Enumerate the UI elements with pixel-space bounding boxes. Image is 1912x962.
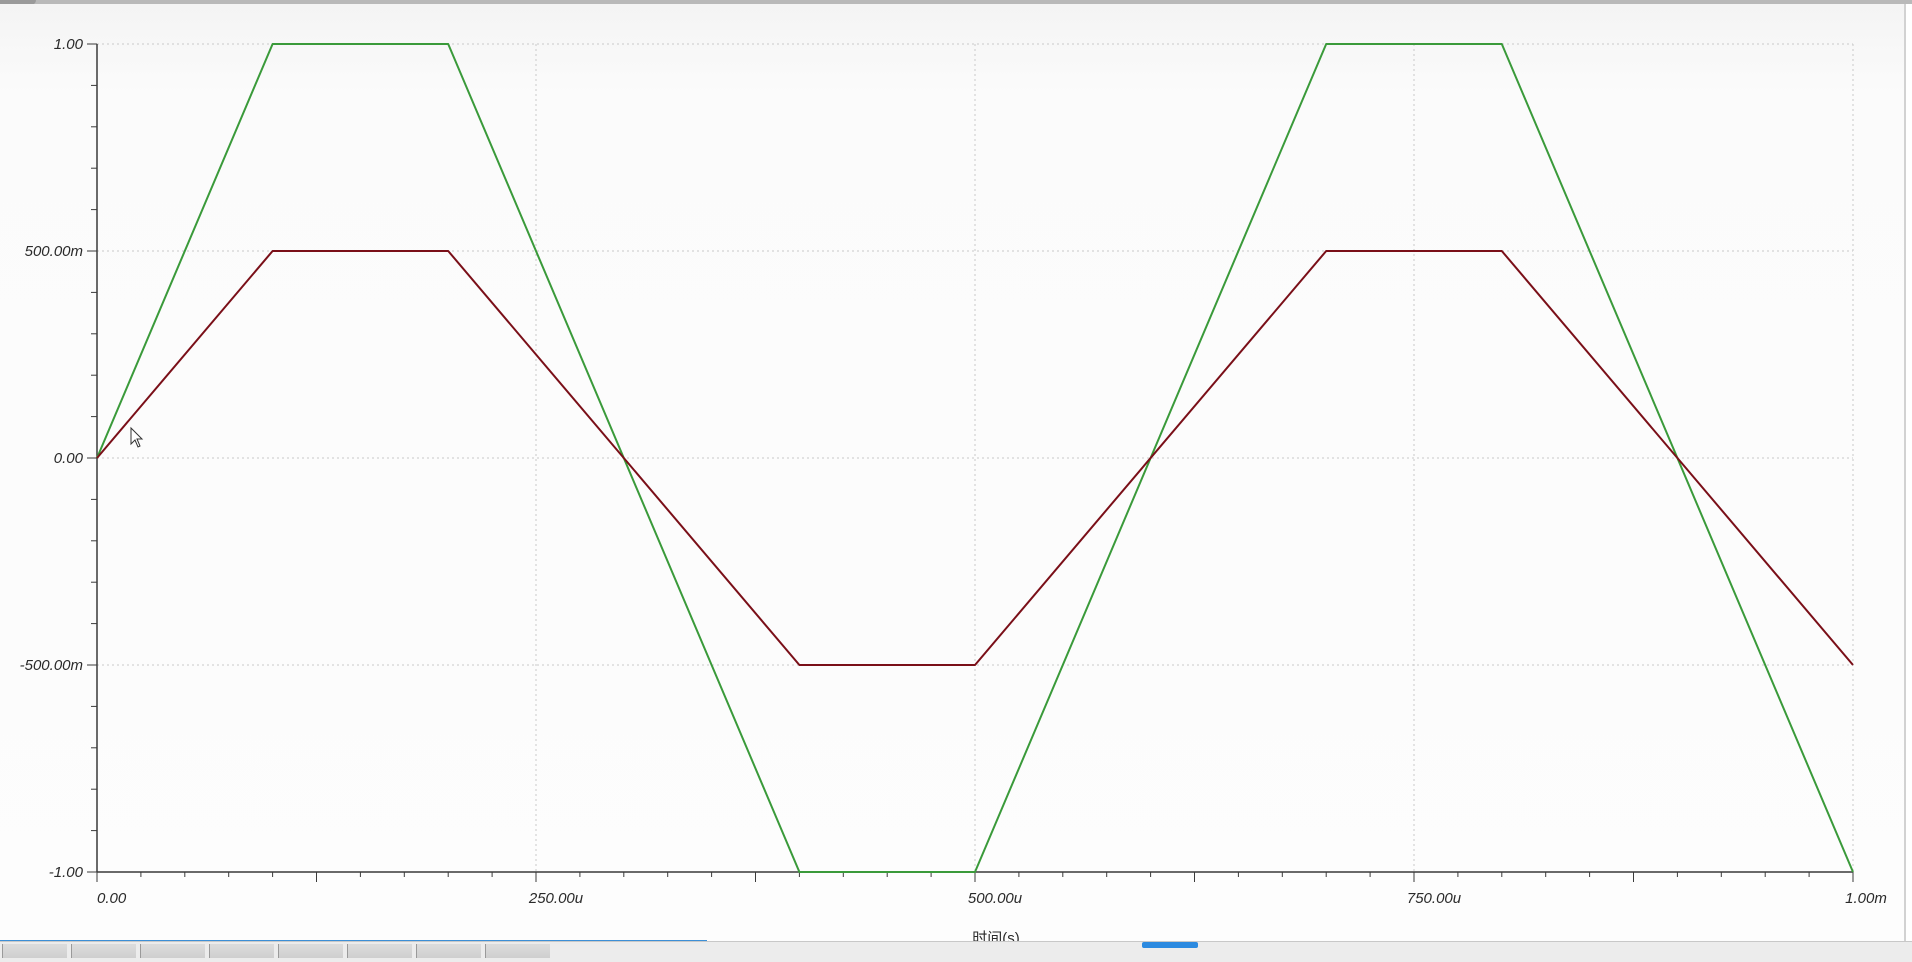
x-tick-label-4: 1.00m [1845, 890, 1887, 907]
y-tick-label-3: -500.00m [20, 657, 83, 674]
x-tick-label-1: 250.00u [528, 890, 584, 907]
series-line-2 [96, 250, 1854, 666]
mouse-pointer-icon [130, 426, 144, 448]
x-axis-title: 时间(s) [972, 930, 1020, 941]
y-tick-label-0: 1.00 [54, 36, 84, 53]
y-tick-label-2: 0.00 [54, 450, 84, 467]
waveform-chart: 1.00 500.00m 0.00 -500.00m -1.00 0.00 250.00u 5… [20, 36, 1887, 941]
bottom-tab-3[interactable] [140, 944, 205, 958]
horizontal-scroll-thumb[interactable] [1142, 942, 1198, 948]
bottom-tab-1[interactable] [2, 944, 67, 958]
series-layer [96, 43, 1854, 873]
bottom-tab-4[interactable] [209, 944, 274, 958]
waveform-plot-area[interactable]: 1.00 500.00m 0.00 -500.00m -1.00 0.00 250.00u 5… [0, 4, 1906, 941]
series-line-1 [96, 43, 1854, 873]
x-tick-label-3: 750.00u [1407, 890, 1462, 907]
y-tick-label-1: 500.00m [25, 243, 83, 260]
bottom-tab-8[interactable] [485, 944, 550, 958]
bottom-tab-6[interactable] [347, 944, 412, 958]
tick-labels: 1.00 500.00m 0.00 -500.00m -1.00 0.00 250.00u 5… [20, 36, 1887, 907]
x-tick-label-0: 0.00 [97, 890, 127, 907]
bottom-status-strip [0, 941, 1912, 962]
grid-lines [97, 43, 1854, 872]
x-tick-label-2: 500.00u [968, 890, 1023, 907]
bottom-tab-5[interactable] [278, 944, 343, 958]
chart-axes [87, 43, 1854, 882]
bottom-tab-7[interactable] [416, 944, 481, 958]
y-tick-label-4: -1.00 [49, 864, 84, 881]
bottom-tab-strip [0, 944, 662, 960]
bottom-tab-2[interactable] [71, 944, 136, 958]
